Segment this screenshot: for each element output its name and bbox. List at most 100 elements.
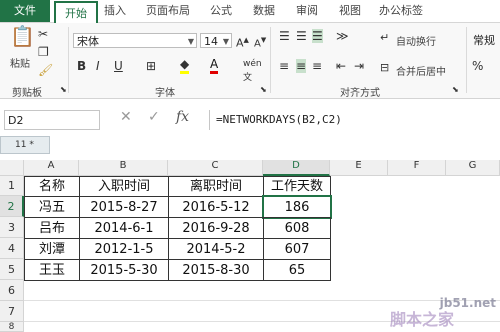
align-top-icon[interactable]: ☰ xyxy=(279,29,290,43)
row-header-8[interactable]: 8 xyxy=(0,322,24,332)
formula-input[interactable]: =NETWORKDAYS(B2,C2) xyxy=(209,110,500,130)
watermark-text: jb51.net xyxy=(439,296,496,310)
select-all-corner[interactable] xyxy=(0,160,24,176)
cell-c3[interactable]: 2016-9-28 xyxy=(168,217,264,239)
align-left-icon[interactable]: ≡ xyxy=(279,59,289,73)
font-color-icon[interactable]: A xyxy=(210,57,219,74)
column-header-b[interactable]: B xyxy=(79,160,168,176)
cell-c2[interactable]: 2016-5-12 xyxy=(168,196,264,218)
cell-c1[interactable]: 离职时间 xyxy=(168,176,264,197)
column-header-g[interactable]: G xyxy=(446,160,500,176)
enter-icon[interactable]: ✓ xyxy=(148,109,160,125)
cell-d2[interactable]: 186 xyxy=(262,195,332,219)
tab-page-layout[interactable]: 页面布局 xyxy=(143,0,193,22)
cell-a1[interactable]: 名称 xyxy=(24,176,80,197)
tab-formulas[interactable]: 公式 xyxy=(206,0,236,22)
column-header-d[interactable]: D xyxy=(263,160,330,176)
paste-icon[interactable]: 📋 xyxy=(10,26,35,46)
group-separator xyxy=(466,27,467,93)
tab-file[interactable]: 文件 xyxy=(0,0,50,22)
italic-button[interactable]: I xyxy=(96,59,100,73)
dialog-launcher-icon[interactable]: ⬊ xyxy=(452,83,459,97)
cell-b3[interactable]: 2014-6-1 xyxy=(79,217,169,239)
workbook-tab-label: 11 * xyxy=(15,140,34,150)
font-size-value: 14 xyxy=(204,35,218,48)
cell-a3[interactable]: 吕布 xyxy=(24,217,80,239)
cell-c5[interactable]: 2015-8-30 xyxy=(168,259,264,281)
align-center-icon[interactable]: ≡ xyxy=(296,59,307,73)
font-group-label: 字体 xyxy=(155,88,175,99)
chevron-down-icon: ▼ xyxy=(187,37,194,46)
tab-insert[interactable]: 插入 xyxy=(100,0,130,22)
cell-d5[interactable]: 65 xyxy=(263,259,331,281)
row-header-7[interactable]: 7 xyxy=(0,301,24,322)
row-header-2[interactable]: 2 xyxy=(0,196,24,217)
column-header-a[interactable]: A xyxy=(24,160,79,176)
align-right-icon[interactable]: ≡ xyxy=(312,59,322,73)
tab-office-tabs[interactable]: 办公标签 xyxy=(376,0,426,22)
currency-icon[interactable]: % xyxy=(472,59,483,73)
tab-home[interactable]: 开始 xyxy=(54,1,98,26)
orientation-icon[interactable]: ≫ xyxy=(336,29,349,43)
cell-d4[interactable]: 607 xyxy=(263,238,331,260)
clipboard-group-label: 剪贴板 xyxy=(12,88,42,99)
cell-c4[interactable]: 2014-5-2 xyxy=(168,238,264,260)
borders-icon[interactable]: ⊞ xyxy=(146,59,156,73)
cut-icon[interactable]: ✂ xyxy=(38,27,48,41)
merge-center-label[interactable]: 合并后居中 xyxy=(396,63,446,78)
increase-font-icon[interactable]: A▲ xyxy=(236,33,249,51)
row-header-6[interactable]: 6 xyxy=(0,280,24,301)
group-separator xyxy=(270,27,271,93)
insert-function-button[interactable]: fx xyxy=(176,109,189,125)
fill-color-icon[interactable]: ◆ xyxy=(180,57,190,74)
wrap-text-label[interactable]: 自动换行 xyxy=(396,33,436,48)
cell-b2[interactable]: 2015-8-27 xyxy=(79,196,169,218)
cell-d3[interactable]: 608 xyxy=(263,217,331,239)
column-header-e[interactable]: E xyxy=(330,160,388,176)
cell-a4[interactable]: 刘潭 xyxy=(24,238,80,260)
decrease-font-icon[interactable]: A▼ xyxy=(254,33,266,51)
merge-center-icon[interactable]: ⊟ xyxy=(380,61,389,75)
cell-d1[interactable]: 工作天数 xyxy=(263,176,331,197)
group-separator xyxy=(68,27,69,93)
dialog-launcher-icon[interactable]: ⬊ xyxy=(260,83,267,97)
underline-button[interactable]: U xyxy=(114,59,123,73)
ribbon: 📋 粘贴 ✂ ❐ 🖌 剪贴板 ⬊ 宋体 ▼ 14 ▼ A▲ A▼ B I U ⊞… xyxy=(0,23,500,99)
cell-a5[interactable]: 王玉 xyxy=(24,259,80,281)
column-header-f[interactable]: F xyxy=(388,160,446,176)
chevron-down-icon: ▼ xyxy=(222,37,229,46)
column-header-c[interactable]: C xyxy=(168,160,263,176)
row-header-3[interactable]: 3 xyxy=(0,217,24,238)
row-header-1[interactable]: 1 xyxy=(0,176,24,196)
bold-button[interactable]: B xyxy=(77,59,86,73)
font-name-select[interactable]: 宋体 ▼ xyxy=(73,33,197,48)
tab-data[interactable]: 数据 xyxy=(249,0,279,22)
cell-b4[interactable]: 2012-1-5 xyxy=(79,238,169,260)
tab-review[interactable]: 审阅 xyxy=(292,0,322,22)
paste-button-label[interactable]: 粘贴 xyxy=(10,55,30,70)
align-middle-icon[interactable]: ☰ xyxy=(296,29,307,43)
wrap-text-icon[interactable]: ↵ xyxy=(380,31,389,45)
number-format-select[interactable]: 常规 xyxy=(470,33,500,48)
row-header-5[interactable]: 5 xyxy=(0,259,24,280)
font-size-select[interactable]: 14 ▼ xyxy=(200,33,232,48)
align-bottom-icon[interactable]: ☰ xyxy=(312,29,323,43)
cell-b1[interactable]: 入职时间 xyxy=(79,176,169,197)
font-name-value: 宋体 xyxy=(77,35,99,48)
decrease-indent-icon[interactable]: ⇤ xyxy=(336,59,346,73)
row-header-4[interactable]: 4 xyxy=(0,238,24,259)
phonetic-icon[interactable]: wén 文 xyxy=(243,57,262,85)
dialog-launcher-icon[interactable]: ⬊ xyxy=(60,83,67,97)
ribbon-tab-bar: 文件 开始 插入 页面布局 公式 数据 审阅 视图 办公标签 xyxy=(0,0,500,26)
cell-b5[interactable]: 2015-5-30 xyxy=(79,259,169,281)
increase-indent-icon[interactable]: ⇥ xyxy=(354,59,364,73)
name-box[interactable]: D2 xyxy=(4,110,100,130)
formula-bar: D2 ✕ ✓ fx =NETWORKDAYS(B2,C2) xyxy=(0,104,500,132)
copy-icon[interactable]: ❐ xyxy=(38,45,49,59)
alignment-group-label: 对齐方式 xyxy=(340,88,380,99)
format-painter-icon[interactable]: 🖌 xyxy=(38,63,53,77)
cancel-icon[interactable]: ✕ xyxy=(120,109,132,125)
workbook-tab[interactable]: 11 * xyxy=(0,136,50,154)
tab-view[interactable]: 视图 xyxy=(335,0,365,22)
cell-a2[interactable]: 冯五 xyxy=(24,196,80,218)
